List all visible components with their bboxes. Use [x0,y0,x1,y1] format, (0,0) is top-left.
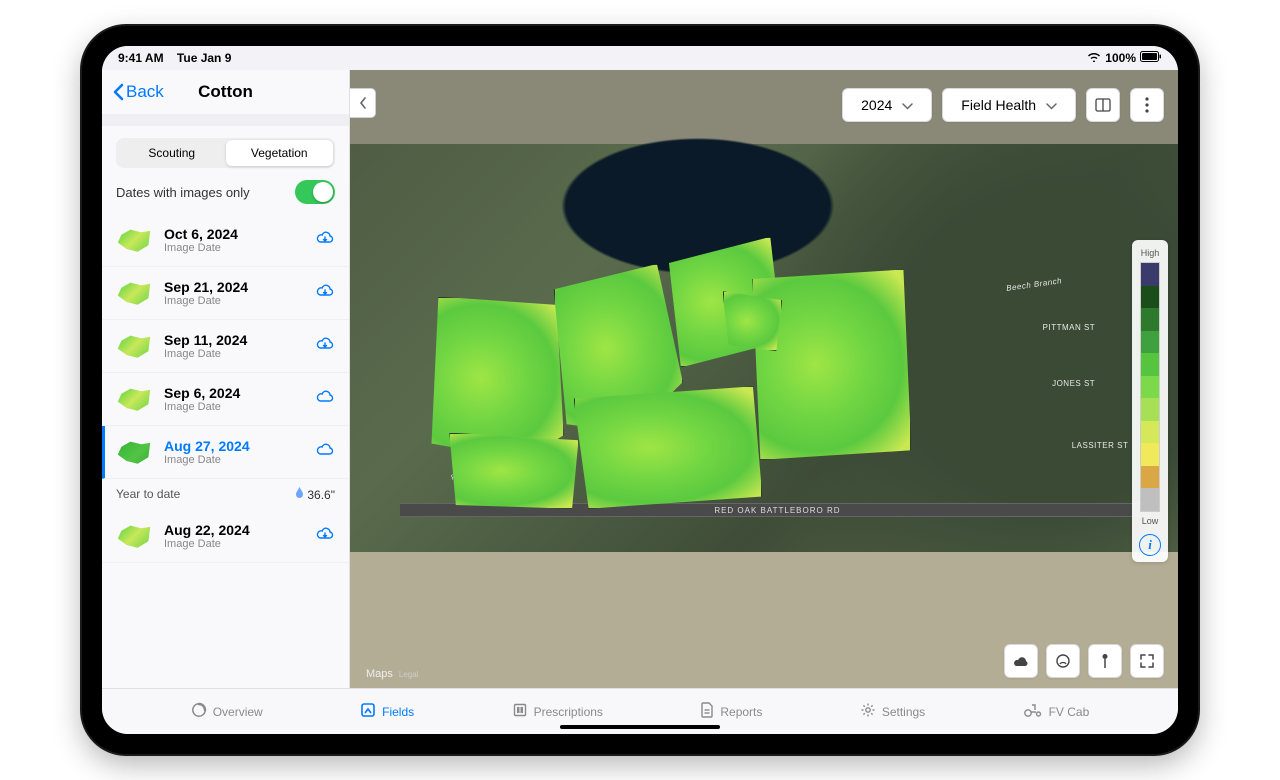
tab-reports[interactable]: Reports [700,702,762,721]
download-icon[interactable] [315,389,335,410]
date-item[interactable]: Oct 6, 2024 Image Date [102,214,349,267]
year-dropdown[interactable]: 2024 [842,88,932,122]
date-item[interactable]: Sep 21, 2024 Image Date [102,267,349,320]
date-label: Aug 27, 2024 [164,438,303,454]
tab-settings[interactable]: Settings [860,702,925,721]
back-label: Back [126,82,164,102]
wifi-icon [1087,51,1101,65]
date-sublabel: Image Date [164,401,303,413]
tab-label: Settings [882,705,925,719]
download-icon[interactable] [315,442,335,463]
date-label: Sep 11, 2024 [164,332,303,348]
date-item[interactable]: Sep 11, 2024 Image Date [102,320,349,373]
tab-label: Fields [382,705,414,719]
date-sublabel: Image Date [164,348,303,360]
download-icon[interactable] [315,336,335,357]
tab-fields[interactable]: Fields [360,702,414,721]
page-title: Cotton [198,82,253,102]
color-legend: High Low i [1132,240,1168,562]
layer-dropdown[interactable]: Field Health [942,88,1076,122]
collapse-sidebar-button[interactable] [350,88,376,118]
tab-vegetation[interactable]: Vegetation [226,140,334,166]
gear-icon [860,702,876,721]
tractor-icon [1023,703,1043,720]
tab-label: FV Cab [1049,705,1090,719]
date-item-selected[interactable]: Aug 27, 2024 Image Date [102,426,349,479]
street-label: JONES ST [1052,379,1095,388]
date-label: Aug 22, 2024 [164,522,303,538]
download-icon[interactable] [315,230,335,251]
field-thumbnail [116,333,152,359]
raindrop-icon [295,487,304,502]
tab-label: Prescriptions [534,705,603,719]
chevron-down-icon [902,97,913,113]
date-list[interactable]: Oct 6, 2024 Image Date Sep 21, 2024 [102,214,349,688]
more-menu-button[interactable] [1130,88,1164,122]
field-thumbnail [116,280,152,306]
ytd-value: 36.6" [307,488,335,502]
reports-icon [700,702,714,721]
status-bar: 9:41 AM Tue Jan 9 100% [102,46,1178,70]
tab-label: Reports [720,705,762,719]
field-thumbnail [116,386,152,412]
tab-label: Overview [213,705,263,719]
chevron-down-icon [1046,97,1057,113]
map-view[interactable]: RED OAK BATTLEBORO RD RED OAK-BATTLEBORO… [350,70,1178,688]
back-button[interactable]: Back [112,82,164,102]
divider [102,114,349,126]
legal-link[interactable]: Legal [399,670,419,679]
sidebar: Back Cotton Scouting Vegetation Dates wi… [102,70,350,688]
home-indicator[interactable] [560,725,720,729]
tab-scouting[interactable]: Scouting [118,140,226,166]
legend-high: High [1141,248,1160,258]
date-item[interactable]: Sep 6, 2024 Image Date [102,373,349,426]
clouds-button[interactable] [1004,644,1038,678]
battery-percent: 100% [1105,51,1136,65]
overview-icon [191,702,207,721]
street-label: PITTMAN ST [1043,323,1096,332]
toggle-label: Dates with images only [116,185,250,200]
field-thumbnail [116,439,152,465]
date-label: Oct 6, 2024 [164,226,303,242]
date-label: Sep 21, 2024 [164,279,303,295]
status-date: Tue Jan 9 [177,51,231,65]
tab-fvcab[interactable]: FV Cab [1023,703,1090,720]
ipad-frame: 9:41 AM Tue Jan 9 100% [82,26,1198,754]
maps-label: Maps [366,668,393,680]
ytd-label: Year to date [116,487,180,502]
street-label: LASSITER ST [1072,441,1129,450]
field-thumbnail [116,523,152,549]
images-only-toggle[interactable] [295,180,335,204]
annotation-button[interactable] [1046,644,1080,678]
date-label: Sep 6, 2024 [164,385,303,401]
year-value: 2024 [861,97,892,113]
year-to-date-row: Year to date 36.6" [102,479,349,510]
date-sublabel: Image Date [164,295,303,307]
date-sublabel: Image Date [164,538,303,550]
split-view-button[interactable] [1086,88,1120,122]
legend-scale [1140,262,1160,512]
date-sublabel: Image Date [164,242,303,254]
tab-prescriptions[interactable]: Prescriptions [512,702,603,721]
date-sublabel: Image Date [164,454,303,466]
fields-icon [360,702,376,721]
date-item[interactable]: Aug 22, 2024 Image Date [102,510,349,563]
download-icon[interactable] [315,526,335,547]
layer-value: Field Health [961,97,1036,113]
segmented-control: Scouting Vegetation [116,138,335,168]
battery-icon [1140,51,1162,65]
pin-button[interactable] [1088,644,1122,678]
download-icon[interactable] [315,283,335,304]
field-health-overlay [425,237,922,509]
tab-overview[interactable]: Overview [191,702,263,721]
fullscreen-button[interactable] [1130,644,1164,678]
maps-attribution: Maps Legal [360,668,418,680]
prescriptions-icon [512,702,528,721]
legend-info-button[interactable]: i [1139,534,1161,556]
legend-low: Low [1142,516,1159,526]
field-thumbnail [116,227,152,253]
status-time: 9:41 AM [118,51,164,65]
